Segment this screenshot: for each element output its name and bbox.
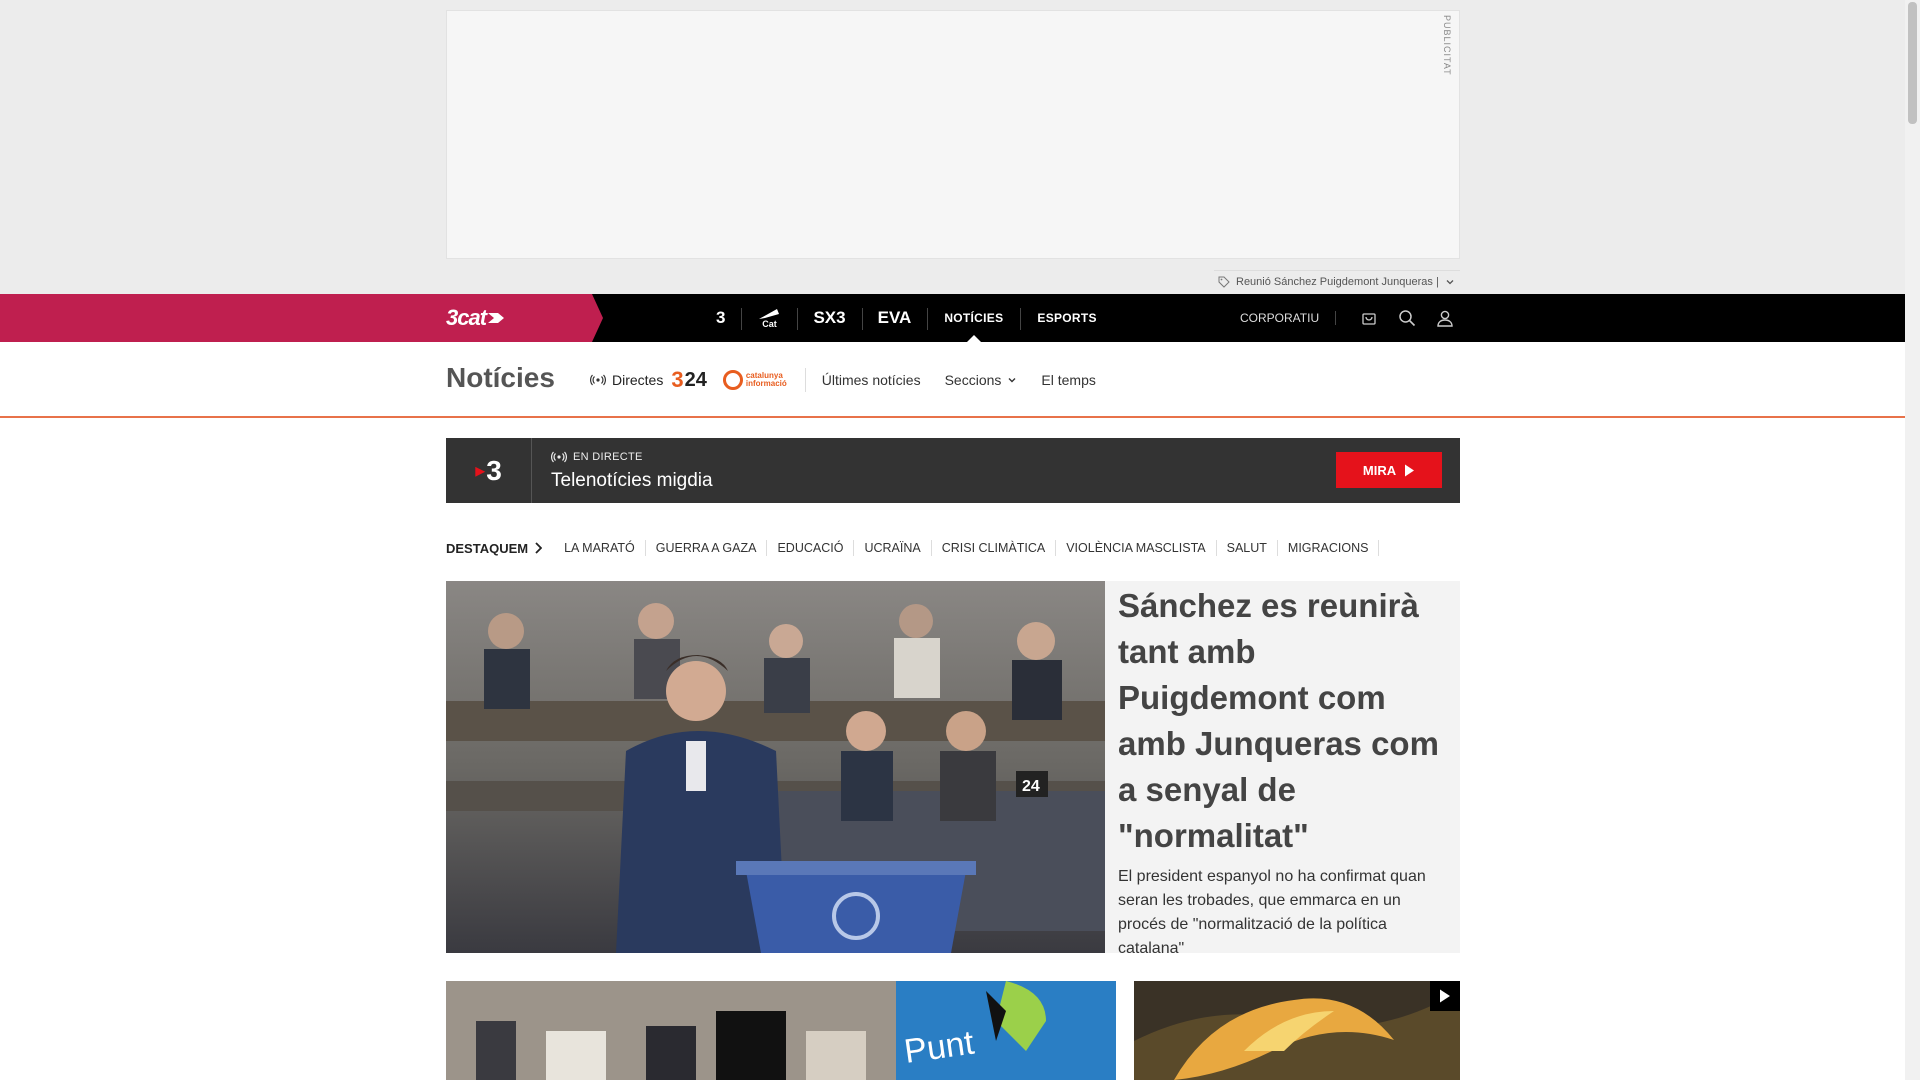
ultimes-noticies-link[interactable]: Últimes notícies xyxy=(822,372,921,388)
channel-tv3[interactable]: 3 xyxy=(700,294,741,342)
tv3-arrow-icon: ▸ xyxy=(475,460,486,482)
article-card[interactable]: Punt xyxy=(446,981,1116,1080)
broadcast-icon xyxy=(590,374,606,386)
destaquem-item[interactable]: CRISI CLIMÀTICA xyxy=(932,540,1057,556)
el-temps-link[interactable]: El temps xyxy=(1041,372,1095,388)
top-nav: 3cat 3 Cat SX3 EVA NOTÍCIES ESPORTS CORP… xyxy=(0,294,1905,342)
brand-logo[interactable]: 3cat xyxy=(446,305,518,330)
destaquem-item[interactable]: GUERRA A GAZA xyxy=(646,540,768,556)
channel-links: 3 Cat SX3 EVA NOTÍCIES ESPORTS xyxy=(700,294,1114,342)
scrollbar-track[interactable] xyxy=(1905,0,1920,1080)
logo-324[interactable]: 3 24 xyxy=(671,367,707,393)
svg-text:24: 24 xyxy=(1022,778,1040,795)
channel-catradio[interactable]: Cat xyxy=(741,294,797,342)
destaquem-item[interactable]: SALUT xyxy=(1217,540,1278,556)
nav-noticies[interactable]: NOTÍCIES xyxy=(927,294,1020,342)
ad-zone: PUBLICITAT Reunió Sánchez Puigdemont Jun… xyxy=(0,0,1905,294)
section-title[interactable]: Notícies xyxy=(446,362,555,394)
live-channel-logo: ▸ 3 xyxy=(446,438,532,503)
seccions-dropdown[interactable]: Seccions xyxy=(945,372,1018,388)
divider xyxy=(804,368,806,392)
search-icon[interactable] xyxy=(1396,307,1418,329)
hero-image[interactable]: 24 xyxy=(446,581,1105,953)
logo-catalunya-informacio[interactable]: catalunya informació xyxy=(722,370,787,390)
chevron-right-icon xyxy=(535,542,543,554)
user-icon[interactable] xyxy=(1434,307,1456,329)
broadcast-icon xyxy=(551,451,567,463)
ad-label: PUBLICITAT xyxy=(1442,15,1452,76)
destaquem-item[interactable]: VIOLÈNCIA MASCLISTA xyxy=(1056,540,1217,556)
nav-esports[interactable]: ESPORTS xyxy=(1020,294,1113,342)
destaquem-item[interactable]: EDUCACIÓ xyxy=(767,540,855,556)
destaquem-item[interactable]: UCRAÏNA xyxy=(854,540,932,556)
nav-right: CORPORATIU xyxy=(1240,294,1464,342)
brand-arrow-icon xyxy=(488,313,505,323)
live-tag: EN DIRECTE xyxy=(551,451,643,463)
channel-sx3[interactable]: SX3 xyxy=(797,294,861,342)
play-icon xyxy=(1440,989,1450,1003)
live-title[interactable]: Telenotícies migdia xyxy=(551,470,713,492)
catinfo-circle-icon xyxy=(722,370,743,390)
hero-article[interactable]: 24 Sánchez es reunirà tant amb Puigdemon… xyxy=(446,581,1460,957)
hero-summary: El president espanyol no ha confirmat qu… xyxy=(1118,868,1426,957)
play-icon xyxy=(1405,464,1415,476)
nav-corporatiu[interactable]: CORPORATIU xyxy=(1240,311,1337,325)
ad-banner[interactable] xyxy=(446,10,1460,259)
section-nav-items: Directes 3 24 catalunya informació Últime… xyxy=(590,342,1120,418)
shopping-bag-icon[interactable] xyxy=(1358,307,1380,329)
destaquem-bar: DESTAQUEM LA MARATÓ GUERRA A GAZA EDUCAC… xyxy=(446,537,1380,559)
directes-link[interactable]: Directes xyxy=(590,372,663,388)
live-banner[interactable]: ▸ 3 EN DIRECTE Telenotícies migdia MIRA xyxy=(446,438,1460,503)
ad-tag-bar[interactable]: Reunió Sánchez Puigdemont Junqueras | xyxy=(1214,270,1460,292)
video-badge xyxy=(1430,981,1460,1011)
chevron-down-icon xyxy=(1008,378,1016,383)
destaquem-item[interactable]: MIGRACIONS xyxy=(1278,540,1380,556)
section-nav: Notícies Directes 3 24 catalunya informac… xyxy=(0,342,1905,418)
destaquem-label: DESTAQUEM xyxy=(446,541,543,556)
video-card[interactable] xyxy=(1134,981,1460,1080)
ad-tag-text: Reunió Sánchez Puigdemont Junqueras | xyxy=(1236,275,1439,288)
mira-button[interactable]: MIRA xyxy=(1336,452,1442,488)
scrollbar-thumb[interactable] xyxy=(1908,2,1917,124)
hero-headline[interactable]: Sánchez es reunirà tant amb Puigdemont c… xyxy=(1118,583,1448,859)
catradio-icon xyxy=(759,308,780,319)
hero-text: Sánchez es reunirà tant amb Puigdemont c… xyxy=(1118,581,1448,961)
channel-eva[interactable]: EVA xyxy=(861,294,928,342)
destaquem-item[interactable]: LA MARATÓ xyxy=(554,540,646,556)
tag-icon xyxy=(1218,276,1230,288)
chevron-down-icon[interactable] xyxy=(1445,277,1455,287)
